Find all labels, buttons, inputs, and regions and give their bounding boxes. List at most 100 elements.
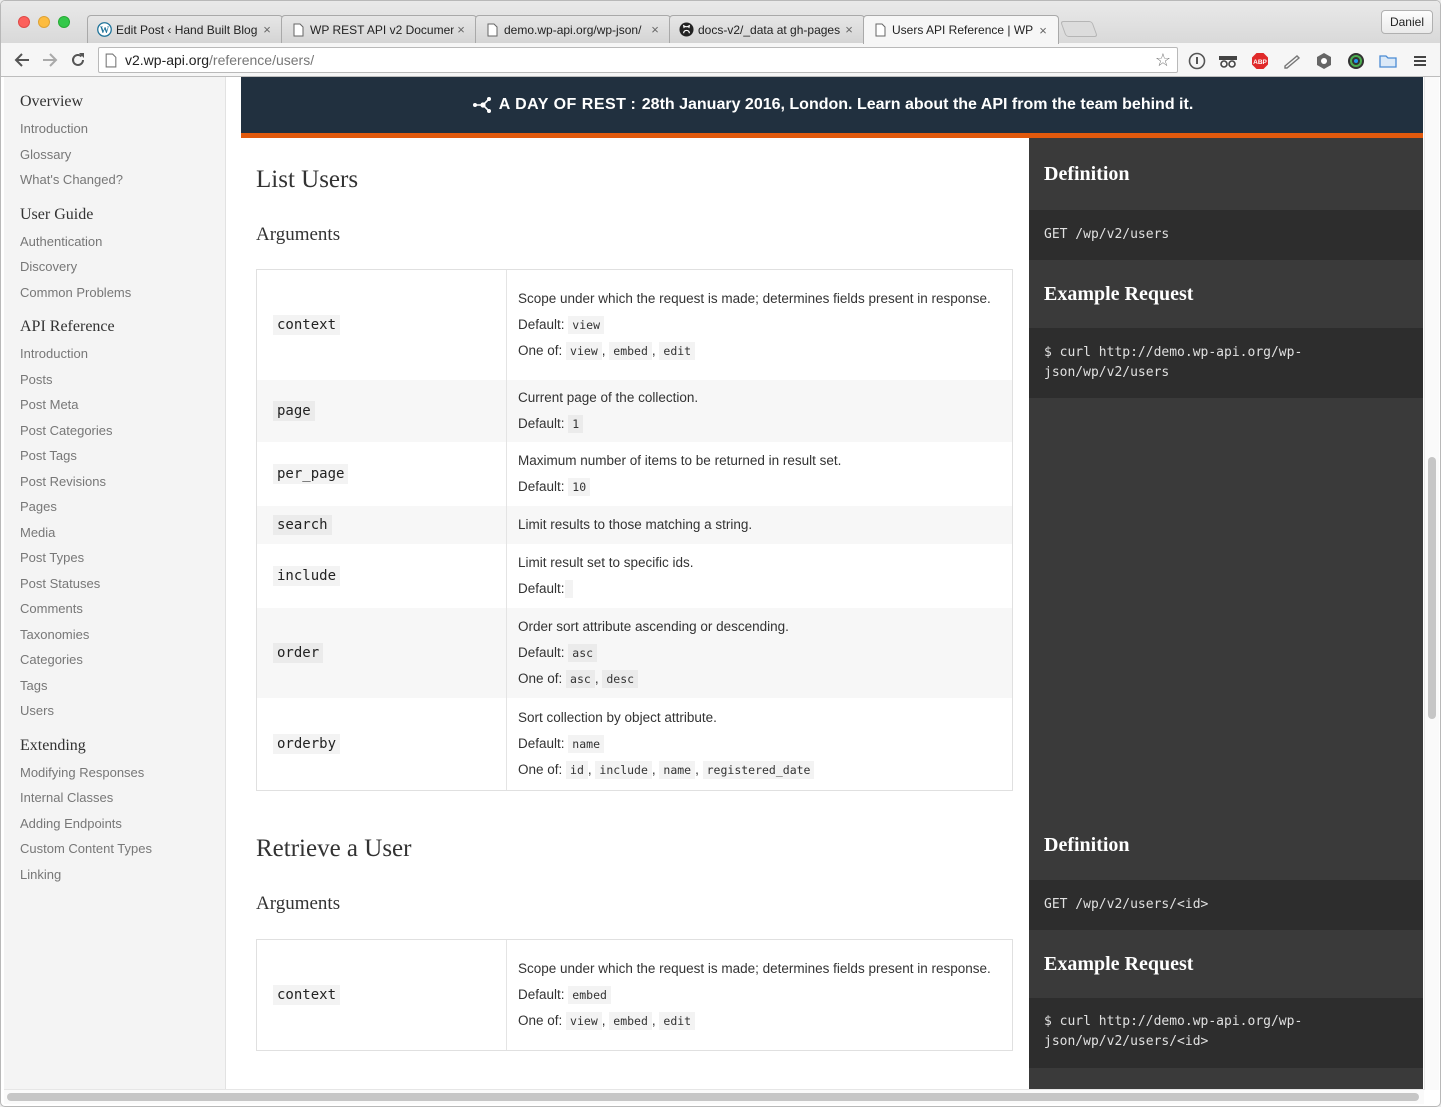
example-request-code: $ curl http://demo.wp-api.org/wp- json/w… (1029, 998, 1423, 1068)
browser-tab[interactable]: demo.wp-api.org/wp-json/ × (475, 15, 671, 43)
close-tab-icon[interactable]: × (842, 22, 856, 37)
close-tab-icon[interactable]: × (1036, 23, 1050, 38)
wordpress-icon: W (96, 22, 112, 38)
reload-icon[interactable] (67, 49, 89, 71)
scrollbar-thumb[interactable] (1428, 457, 1436, 719)
nav-heading[interactable]: API Reference (4, 318, 225, 336)
default-label: Default: (518, 317, 565, 332)
page-icon (872, 22, 888, 38)
default-label: Default: (518, 416, 565, 431)
arg-default: name (568, 735, 604, 753)
nav-item-authentication[interactable]: Authentication (4, 233, 225, 259)
nav-item-internal-classes[interactable]: Internal Classes (4, 789, 225, 815)
definition-heading: Definition (1029, 810, 1423, 880)
arg-description: Current page of the collection. (518, 390, 699, 405)
new-tab-button[interactable] (1060, 21, 1098, 37)
arg-description: Scope under which the request is made; d… (518, 961, 991, 976)
nav-heading[interactable]: Extending (4, 737, 225, 755)
nav-heading[interactable]: Overview (4, 93, 225, 111)
nav-item-post-tags[interactable]: Post Tags (4, 447, 225, 473)
one-of-label: One of: (518, 343, 563, 358)
section-title: Retrieve a User (256, 835, 412, 862)
arg-default: view (568, 316, 604, 334)
back-arrow-icon[interactable] (11, 49, 33, 71)
definition-heading: Definition (1029, 138, 1423, 210)
nav-item-tags[interactable]: Tags (4, 677, 225, 703)
scrollbar-thumb[interactable] (7, 1093, 1419, 1101)
nav-item-comments[interactable]: Comments (4, 600, 225, 626)
arg-description: Limit results to those matching a string… (518, 517, 753, 532)
menu-icon[interactable] (1410, 51, 1430, 71)
nav-item-discovery[interactable]: Discovery (4, 258, 225, 284)
folder-extension-icon[interactable] (1378, 51, 1398, 71)
browser-tab[interactable]: WP REST API v2 Documen × (281, 15, 477, 43)
arg-name: page (273, 401, 315, 421)
close-tab-icon[interactable]: × (454, 22, 468, 37)
forward-arrow-icon[interactable] (39, 49, 61, 71)
color-wheel-extension-icon[interactable] (1346, 51, 1366, 71)
minimize-window-button[interactable] (38, 16, 50, 28)
nav-item-post-revisions[interactable]: Post Revisions (4, 473, 225, 499)
arg-enum: view (566, 342, 602, 360)
nav-group-user-guide: User Guide Authentication Discovery Comm… (4, 206, 225, 310)
nav-item-introduction[interactable]: Introduction (4, 345, 225, 371)
close-window-button[interactable] (18, 16, 30, 28)
event-banner[interactable]: A DAY OF REST : 28th January 2016, Londo… (241, 77, 1423, 138)
arguments-heading: Arguments (256, 893, 341, 914)
close-tab-icon[interactable]: × (260, 22, 274, 37)
nav-item-modifying-responses[interactable]: Modifying Responses (4, 764, 225, 790)
close-tab-icon[interactable]: × (648, 22, 662, 37)
nav-item-post-statuses[interactable]: Post Statuses (4, 575, 225, 601)
browser-tab[interactable]: docs-v2/_data at gh-pages × (669, 15, 865, 43)
arg-description: Scope under which the request is made; d… (518, 291, 991, 306)
incognito-extension-icon[interactable] (1218, 51, 1238, 71)
nav-item-users[interactable]: Users (4, 702, 225, 728)
svg-text:ABP: ABP (1253, 59, 1267, 66)
adblock-extension-icon[interactable]: ABP (1250, 51, 1270, 71)
nav-item-whats-changed[interactable]: What's Changed? (4, 171, 225, 197)
table-row: context Scope under which the request is… (257, 270, 1012, 380)
arg-enum: id (566, 761, 588, 779)
bookmark-star-icon[interactable]: ☆ (1155, 50, 1171, 71)
nav-item-glossary[interactable]: Glossary (4, 146, 225, 172)
arg-name: context (273, 985, 341, 1005)
one-of-label: One of: (518, 671, 563, 686)
hexagon-extension-icon[interactable] (1314, 51, 1334, 71)
banner-text: 28th January 2016, London. Learn about t… (641, 96, 1194, 113)
nav-item-custom-content-types[interactable]: Custom Content Types (4, 840, 225, 866)
nav-item-post-types[interactable]: Post Types (4, 549, 225, 575)
one-of-label: One of: (518, 762, 563, 777)
example-request-heading: Example Request (1029, 930, 1423, 998)
example-request-code: $ curl http://demo.wp-api.org/wp- json/w… (1029, 328, 1423, 398)
nav-item-post-categories[interactable]: Post Categories (4, 422, 225, 448)
nav-item-linking[interactable]: Linking (4, 866, 225, 892)
nav-group-api-reference: API Reference Introduction Posts Post Me… (4, 318, 225, 728)
profile-button[interactable]: Daniel (1380, 10, 1433, 34)
arg-name: per_page (273, 464, 349, 484)
default-label: Default: (518, 645, 565, 660)
nav-item-posts[interactable]: Posts (4, 371, 225, 397)
nav-item-media[interactable]: Media (4, 524, 225, 550)
banner-brand: A DAY OF REST (498, 96, 627, 113)
nav-item-adding-endpoints[interactable]: Adding Endpoints (4, 815, 225, 841)
browser-tab-active[interactable]: Users API Reference | WP × (863, 15, 1059, 44)
address-bar[interactable]: v2.wp-api.org/reference/users/ ☆ (98, 47, 1178, 73)
zoom-window-button[interactable] (58, 16, 70, 28)
vertical-scrollbar[interactable] (1424, 77, 1439, 1090)
nav-item-post-meta[interactable]: Post Meta (4, 396, 225, 422)
nav-item-taxonomies[interactable]: Taxonomies (4, 626, 225, 652)
nav-item-introduction[interactable]: Introduction (4, 120, 225, 146)
nav-heading[interactable]: User Guide (4, 206, 225, 224)
nav-item-pages[interactable]: Pages (4, 498, 225, 524)
pen-extension-icon[interactable] (1282, 51, 1302, 71)
arg-enum: edit (659, 1012, 696, 1030)
arg-enum: edit (659, 342, 696, 360)
default-label: Default: (518, 987, 565, 1002)
default-label: Default: (518, 581, 565, 596)
browser-tab[interactable]: W Edit Post ‹ Hand Built Blog × (87, 15, 283, 43)
info-extension-icon[interactable] (1187, 51, 1207, 71)
arg-enum: registered_date (702, 761, 815, 779)
horizontal-scrollbar[interactable] (4, 1089, 1424, 1104)
nav-item-categories[interactable]: Categories (4, 651, 225, 677)
nav-item-common-problems[interactable]: Common Problems (4, 284, 225, 310)
